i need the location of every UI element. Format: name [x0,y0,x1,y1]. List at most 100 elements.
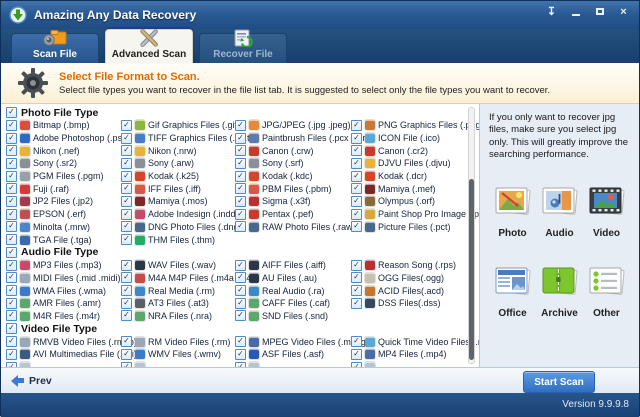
file-type-item[interactable]: ✓ASF Files (.asf) [235,348,351,361]
file-type-item[interactable]: ✓Paint Shop Pro Image (.psp) [351,208,469,221]
checkbox-checked-icon[interactable]: ✓ [121,120,132,131]
checkbox-checked-icon[interactable]: ✓ [6,196,17,207]
checkbox-checked-icon[interactable]: ✓ [235,221,246,232]
checkbox-checked-icon[interactable]: ✓ [235,298,246,309]
checkbox-checked-icon[interactable]: ✓ [351,145,362,156]
vertical-scrollbar[interactable] [468,107,475,364]
checkbox-checked-icon[interactable]: ✓ [235,349,246,360]
checkbox-checked-icon[interactable]: ✓ [351,285,362,296]
checkbox-checked-icon[interactable]: ✓ [235,310,246,321]
checkbox-checked-icon[interactable]: ✓ [121,133,132,144]
checkbox-checked-icon[interactable]: ✓ [235,183,246,194]
checkbox-checked-icon[interactable]: ✓ [235,171,246,182]
checkbox-checked-icon[interactable]: ✓ [6,234,17,245]
file-type-item[interactable]: ✓MP4 Files (.mp4) [351,348,469,361]
file-type-item[interactable]: ✓Adobe Photoshop (.psd) [6,132,121,145]
checkbox-checked-icon[interactable]: ✓ [351,221,362,232]
file-type-item[interactable]: ✓TGA File (.tga) [6,233,121,246]
checkbox-checked-icon[interactable]: ✓ [235,285,246,296]
checkbox-checked-icon[interactable]: ✓ [121,272,132,283]
file-type-item[interactable]: ✓AT3 Files (.at3) [121,297,235,310]
checkbox-checked-icon[interactable]: ✓ [6,209,17,220]
checkbox-checked-icon[interactable]: ✓ [6,133,17,144]
checkbox-checked-icon[interactable]: ✓ [235,120,246,131]
file-type-item[interactable]: ✓Real Media (.rm) [121,284,235,297]
file-type-item[interactable]: ✓PBM Files (.pbm) [235,182,351,195]
file-type-item[interactable]: ✓Sigma (.x3f) [235,195,351,208]
checkbox-checked-icon[interactable]: ✓ [351,120,362,131]
file-type-item[interactable]: ✓CAFF Files (.caf) [235,297,351,310]
checkbox-checked-icon[interactable]: ✓ [6,171,17,182]
file-type-item[interactable]: ✓Pentax (.pef) [235,208,351,221]
file-type-item[interactable]: ✓ICON File (.ico) [351,132,469,145]
checkbox-checked-icon[interactable]: ✓ [235,158,246,169]
file-type-item[interactable]: ✓WMA Files (.wma) [6,284,121,297]
file-type-item[interactable]: ✓Kodak (.k25) [121,170,235,183]
file-type-item[interactable]: ✓DSS Files(.dss) [351,297,469,310]
checkbox-checked-icon[interactable]: ✓ [6,272,17,283]
file-type-item[interactable]: ✓RM Video Files (.rm) [121,335,235,348]
close-icon[interactable]: × [616,5,631,18]
checkbox-checked-icon[interactable]: ✓ [351,349,362,360]
file-type-item[interactable]: ✓Olympus (.orf) [351,195,469,208]
checkbox-checked-icon[interactable]: ✓ [121,298,132,309]
file-type-item[interactable]: ✓MPEG Video Files (.mpeg) [235,335,351,348]
checkbox-checked-icon[interactable]: ✓ [121,234,132,245]
start-scan-button[interactable]: Start Scan [523,371,595,393]
checkbox-checked-icon[interactable]: ✓ [121,221,132,232]
checkbox-checked-icon[interactable]: ✓ [235,145,246,156]
file-type-item[interactable]: ✓WMV Files (.wmv) [121,348,235,361]
file-type-item[interactable]: ✓Minolta (.mrw) [6,221,121,234]
file-type-item[interactable]: ✓Canon (.crw) [235,144,351,157]
checkbox-checked-icon[interactable]: ✓ [351,336,362,347]
file-type-item[interactable]: ✓Sony (.sr2) [6,157,121,170]
checkbox-checked-icon[interactable]: ✓ [351,209,362,220]
checkbox-checked-icon[interactable]: ✓ [351,260,362,271]
file-type-item[interactable]: ✓Mamiya (.mef) [351,182,469,195]
category-other[interactable]: Other [587,265,627,319]
checkbox-checked-icon[interactable]: ✓ [121,183,132,194]
tab-advanced-scan[interactable]: Advanced Scan [105,29,193,63]
file-type-item[interactable]: ✓DJVU Files (.djvu) [351,157,469,170]
checkbox-checked-icon[interactable]: ✓ [6,336,17,347]
checkbox-checked-icon[interactable]: ✓ [235,272,246,283]
prev-button[interactable]: Prev [11,375,52,387]
file-type-item[interactable]: ✓Kodak (.kdc) [235,170,351,183]
file-type-item[interactable]: ✓RAW Photo Files (.raw) [235,221,351,234]
checkbox-checked-icon[interactable]: ✓ [121,209,132,220]
file-type-item[interactable]: ✓Nikon (.nrw) [121,144,235,157]
file-type-item[interactable]: ✓TIFF Graphics Files (.tif .tiff) [121,132,235,145]
checkbox-checked-icon[interactable]: ✓ [6,183,17,194]
file-type-item[interactable]: ✓M4R Files (.m4r) [6,310,121,323]
file-type-item[interactable]: ✓AU Files (.au) [235,272,351,285]
checkbox-checked-icon[interactable]: ✓ [351,272,362,283]
file-type-item[interactable]: ✓JP2 Files (.jp2) [6,195,121,208]
file-type-item[interactable]: ✓MP3 Files (.mp3) [6,259,121,272]
file-type-item[interactable]: ✓M4A M4P Files (.m4a .m4p) [121,272,235,285]
checkbox-checked-icon[interactable]: ✓ [6,221,17,232]
checkbox-checked-icon[interactable]: ✓ [351,183,362,194]
file-type-item[interactable]: ✓MIDI Files (.mid .midi) [6,272,121,285]
file-type-item[interactable]: ✓Picture Files (.pct) [351,221,469,234]
category-photo[interactable]: Photo [493,185,533,239]
checkbox-checked-icon[interactable]: ✓ [235,133,246,144]
file-type-item[interactable]: ✓Reason Song (.rps) [351,259,469,272]
checkbox-checked-icon[interactable]: ✓ [121,145,132,156]
checkbox-checked-icon[interactable]: ✓ [121,310,132,321]
checkbox-checked-icon[interactable]: ✓ [121,285,132,296]
category-archive[interactable]: Archive [540,265,580,319]
file-type-item[interactable]: ✓AIFF Files (.aiff) [235,259,351,272]
file-type-item[interactable]: ✓IFF Files (.iff) [121,182,235,195]
file-type-item[interactable]: ✓Paintbrush Files (.pcx .scr) [235,132,351,145]
file-type-item[interactable]: ✓OGG Files(.ogg) [351,272,469,285]
checkbox-checked-icon[interactable]: ✓ [6,107,17,118]
file-type-item[interactable]: ✓ACID Files(.acd) [351,284,469,297]
checkbox-checked-icon[interactable]: ✓ [6,323,17,334]
file-type-item[interactable]: ✓JPG/JPEG (.jpg .jpeg) [235,119,351,132]
checkbox-checked-icon[interactable]: ✓ [6,298,17,309]
file-type-item[interactable]: ✓Nikon (.nef) [6,144,121,157]
category-audio[interactable]: Audio [540,185,580,239]
checkbox-checked-icon[interactable]: ✓ [351,298,362,309]
checkbox-checked-icon[interactable]: ✓ [121,196,132,207]
file-type-item[interactable]: ✓Adobe Indesign (.indd) [121,208,235,221]
